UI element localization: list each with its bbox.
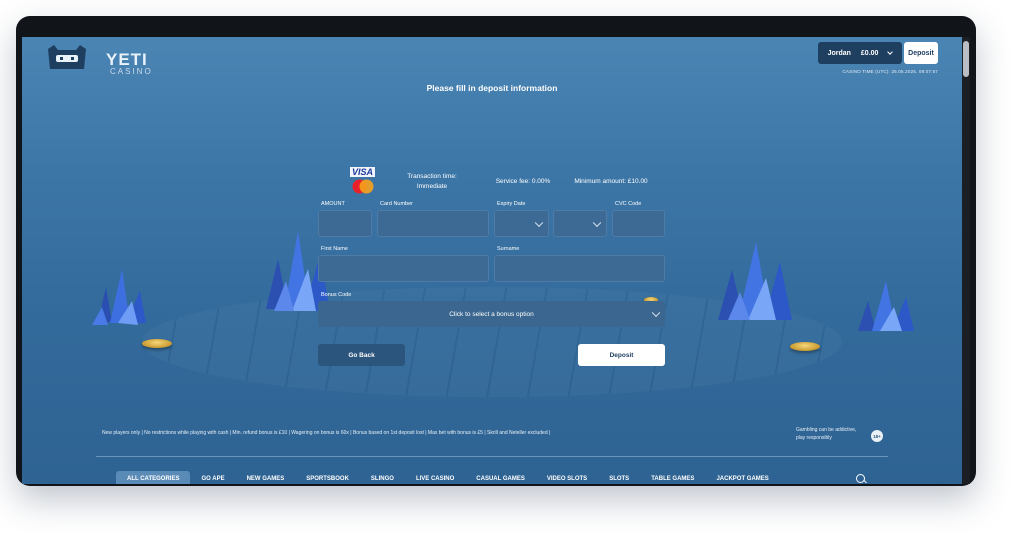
crystal-left-icon xyxy=(92,269,146,325)
transaction-time-label: Transaction time: xyxy=(407,173,457,180)
chevron-down-icon xyxy=(592,218,602,227)
balance: £0.00 xyxy=(860,49,879,57)
minimum-amount: Minimum amount: £10.00 xyxy=(574,178,648,185)
expiry-date-label: Expiry Date xyxy=(497,201,526,207)
card-number-label: Card Number xyxy=(380,201,414,207)
transaction-time-value: Immediate xyxy=(416,183,448,190)
header-deposit-button[interactable]: Deposit xyxy=(904,42,938,64)
nav-item-sportsbook[interactable]: SPORTSBOOK xyxy=(295,471,360,484)
deposit-button[interactable]: Deposit xyxy=(578,344,665,366)
page-scrollbar[interactable] xyxy=(962,37,970,484)
bonus-option-select[interactable]: Click to select a bonus option xyxy=(318,301,665,327)
chevron-down-icon xyxy=(651,308,661,318)
card-brand-logos: VISA xyxy=(348,167,376,197)
bonus-code-label: Bonus Code xyxy=(321,292,352,298)
coin-decoration xyxy=(142,339,172,348)
chevron-down-icon xyxy=(887,49,894,55)
coin-decoration xyxy=(790,342,820,351)
casino-time: CASINO TIME (UTC): 25.05.2025, 09:07:57 xyxy=(842,69,938,74)
search-icon[interactable] xyxy=(856,474,865,483)
amount-label: AMOUNT xyxy=(321,201,345,207)
yeti-head-icon xyxy=(48,45,86,69)
surname-input[interactable] xyxy=(494,255,665,282)
gambling-note-line-1: Gambling can be addictive, xyxy=(796,427,857,433)
username: Jordan xyxy=(827,49,851,57)
nav-item-table-games[interactable]: TABLE GAMES xyxy=(640,471,705,484)
page-title: Please fill in deposit information xyxy=(426,83,558,93)
footer-divider xyxy=(96,456,888,457)
nav-item-slots[interactable]: SLOTS xyxy=(598,471,640,484)
category-nav: ALL CATEGORIES GO APE NEW GAMES SPORTSBO… xyxy=(116,471,780,484)
nav-item-jackpot-games[interactable]: JACKPOT GAMES xyxy=(705,471,779,484)
first-name-input[interactable] xyxy=(318,255,489,282)
nav-item-new-games[interactable]: NEW GAMES xyxy=(236,471,296,484)
nav-item-slingo[interactable]: SLINGO xyxy=(360,471,405,484)
card-number-input[interactable] xyxy=(377,210,489,237)
nav-item-video-slots[interactable]: VIDEO SLOTS xyxy=(536,471,598,484)
visa-logo: VISA xyxy=(350,167,376,177)
responsible-gambling-note: Gambling can be addictive, play responsi… xyxy=(796,426,876,442)
surname-label: Surname xyxy=(497,246,520,252)
amount-input[interactable] xyxy=(318,210,372,237)
first-name-label: First Name xyxy=(321,246,348,252)
logo-subtext: CASINO xyxy=(110,67,153,76)
nav-item-all-categories[interactable]: ALL CATEGORIES xyxy=(116,471,191,484)
cvc-code-input[interactable] xyxy=(612,210,665,237)
mastercard-logo-icon xyxy=(352,179,374,194)
gambling-note-line-2: play responsibly xyxy=(796,435,832,441)
service-fee: Service fee: 0.00% xyxy=(495,178,551,185)
expiry-year-select[interactable] xyxy=(553,210,607,237)
expiry-month-select[interactable] xyxy=(494,210,549,237)
transaction-time: Transaction time: Immediate xyxy=(402,172,462,192)
go-back-button[interactable]: Go Back xyxy=(318,344,405,366)
chevron-down-icon xyxy=(534,218,544,227)
crystal-right-center-icon xyxy=(718,242,792,320)
account-balance-dropdown[interactable]: Jordan £0.00 xyxy=(818,42,902,64)
age-18-badge: 18+ xyxy=(871,430,883,442)
nav-item-casual-games[interactable]: CASUAL GAMES xyxy=(465,471,536,484)
nav-item-live-casino[interactable]: LIVE CASINO xyxy=(405,471,465,484)
nav-item-go-ape[interactable]: GO APE xyxy=(190,471,235,484)
cvc-code-label: CVC Code xyxy=(615,201,642,207)
bonus-terms: New players only | No restrictions while… xyxy=(102,430,551,436)
browser-viewport: YETI CASINO Jordan £0.00 Deposit CASINO … xyxy=(22,37,962,484)
bonus-option-placeholder: Click to select a bonus option xyxy=(449,310,534,318)
scrollbar-thumb[interactable] xyxy=(963,41,969,77)
yeti-casino-logo[interactable]: YETI CASINO xyxy=(46,43,151,76)
crystal-right-icon xyxy=(858,281,914,331)
